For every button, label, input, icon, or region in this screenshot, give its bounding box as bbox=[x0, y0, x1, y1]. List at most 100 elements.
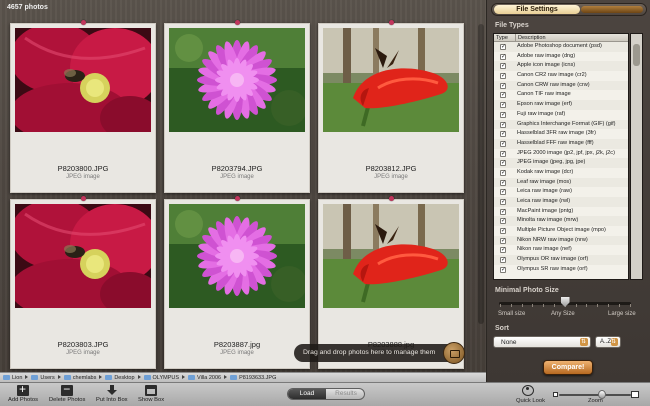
file-type-row[interactable]: Hasselblad 3FR raw image (3fr) bbox=[494, 129, 628, 139]
photo-thumbnail[interactable] bbox=[169, 204, 305, 308]
photo-card[interactable]: P8203887.jpg JPEG image bbox=[164, 196, 310, 369]
size-slider-knob[interactable] bbox=[560, 297, 570, 307]
file-type-checkbox[interactable] bbox=[500, 265, 506, 275]
file-type-checkbox[interactable] bbox=[500, 71, 506, 81]
file-type-row[interactable]: Kodak raw image (dcr) bbox=[494, 168, 628, 178]
zoom-slider-track[interactable] bbox=[559, 394, 631, 396]
file-type-row[interactable]: JPEG image (jpeg, jpg, jpe) bbox=[494, 158, 628, 168]
file-type-description: Hasselblad FFF raw image (fff) bbox=[517, 139, 594, 146]
file-type-checkbox[interactable] bbox=[500, 168, 506, 178]
settings-tab-bar[interactable]: File Settings bbox=[491, 3, 647, 16]
tab-results[interactable]: Results bbox=[327, 389, 364, 399]
file-type-checkbox[interactable] bbox=[500, 226, 506, 236]
breadcrumb-separator-icon bbox=[99, 375, 103, 379]
column-description-header[interactable]: Description bbox=[515, 34, 546, 42]
box-icon bbox=[145, 385, 158, 396]
file-type-checkbox[interactable] bbox=[500, 197, 506, 207]
file-type-row[interactable]: Hasselblad FFF raw image (fff) bbox=[494, 138, 628, 149]
file-type-row[interactable]: Adobe Photoshop document (psd) bbox=[494, 42, 628, 52]
load-results-toggle[interactable]: Load Results bbox=[287, 388, 365, 400]
scrollbar-thumb[interactable] bbox=[633, 44, 640, 66]
file-type-row[interactable]: Olympus SR raw image (orf) bbox=[494, 265, 628, 275]
file-type-row[interactable]: Leica raw image (rwl) bbox=[494, 197, 628, 207]
file-type-row[interactable]: Graphics Interchange Format (GIF) (gif) bbox=[494, 119, 628, 129]
breadcrumb-label: Users bbox=[40, 375, 55, 381]
photo-filetype: JPEG image bbox=[66, 174, 100, 180]
file-type-checkbox[interactable] bbox=[500, 178, 506, 187]
file-type-description: Nikon NRW raw image (nrw) bbox=[517, 236, 588, 243]
photo-filename: P8203812.JPG bbox=[365, 164, 417, 173]
vertical-scrollbar[interactable] bbox=[478, 24, 484, 324]
file-type-row[interactable]: Fuji raw image (raf) bbox=[494, 110, 628, 120]
file-type-row[interactable]: Olympus OR raw image (orf) bbox=[494, 255, 628, 265]
slider-tick bbox=[532, 304, 534, 307]
file-type-checkbox[interactable] bbox=[500, 139, 506, 149]
breadcrumb-label: chemlabs bbox=[72, 375, 97, 381]
file-type-description: Canon TIF raw image bbox=[517, 91, 571, 98]
file-type-checkbox[interactable] bbox=[500, 207, 506, 216]
quick-look-button[interactable] bbox=[522, 385, 534, 397]
minus-icon bbox=[61, 382, 74, 396]
settings-panel: File Settings File Types Type Descriptio… bbox=[486, 0, 650, 382]
file-type-description: Hasselblad 3FR raw image (3fr) bbox=[517, 130, 596, 137]
file-type-checkbox[interactable] bbox=[500, 255, 506, 265]
photo-thumbnail[interactable] bbox=[15, 204, 151, 308]
file-type-description: Canon CRW raw image (crw) bbox=[517, 81, 590, 88]
photo-card[interactable]: P8203800.JPG JPEG image bbox=[10, 20, 156, 193]
file-type-row[interactable]: Minolta raw image (mrw) bbox=[494, 216, 628, 226]
photo-filename: P8203803.JPG bbox=[57, 340, 109, 349]
photo-thumbnail[interactable] bbox=[323, 204, 459, 308]
file-type-row[interactable]: Apple icon image (icns) bbox=[494, 61, 628, 71]
file-type-row[interactable]: Epson raw image (erf) bbox=[494, 100, 628, 110]
photo-thumbnail[interactable] bbox=[323, 28, 459, 132]
large-photo-icon bbox=[631, 391, 639, 398]
file-type-checkbox[interactable] bbox=[500, 129, 506, 139]
file-type-checkbox[interactable] bbox=[500, 187, 506, 197]
file-type-checkbox[interactable] bbox=[500, 90, 506, 100]
file-type-row[interactable]: Canon CRW raw image (crw) bbox=[494, 80, 628, 90]
file-type-row[interactable]: Leaf raw image (mos) bbox=[494, 177, 628, 187]
file-type-row[interactable]: Nikon raw image (nef) bbox=[494, 245, 628, 255]
box-icon[interactable] bbox=[443, 342, 465, 364]
sort-select[interactable]: None bbox=[493, 336, 591, 348]
file-type-checkbox[interactable] bbox=[500, 158, 506, 168]
file-type-checkbox[interactable] bbox=[500, 61, 506, 71]
file-type-row[interactable]: Multiple Picture Object image (mpo) bbox=[494, 226, 628, 236]
file-type-checkbox[interactable] bbox=[500, 236, 506, 245]
file-type-row[interactable]: Canon TIF raw image bbox=[494, 90, 628, 100]
file-type-checkbox[interactable] bbox=[500, 245, 506, 255]
put-into-box-button[interactable]: Put Into Box bbox=[96, 385, 128, 403]
photo-card[interactable]: P8203803.JPG JPEG image bbox=[10, 196, 156, 369]
column-type-header[interactable]: Type bbox=[496, 34, 508, 42]
photo-card[interactable]: P8203794.JPG JPEG image bbox=[164, 20, 310, 193]
tab-toggle-knob[interactable] bbox=[581, 6, 643, 13]
photo-thumbnail[interactable] bbox=[15, 28, 151, 132]
file-type-row[interactable]: JPEG 2000 image (jp2, jpf, jpx, j2k, j2c… bbox=[494, 149, 628, 158]
tab-file-settings[interactable]: File Settings bbox=[494, 5, 580, 14]
file-type-row[interactable]: Nikon NRW raw image (nrw) bbox=[494, 235, 628, 245]
file-type-checkbox[interactable] bbox=[500, 216, 506, 226]
file-type-checkbox[interactable] bbox=[500, 110, 506, 120]
file-type-checkbox[interactable] bbox=[500, 120, 506, 129]
file-type-row[interactable]: Canon CR2 raw image (cr2) bbox=[494, 71, 628, 81]
photo-card[interactable]: P8203812.JPG JPEG image bbox=[318, 20, 464, 193]
photo-thumbnail[interactable] bbox=[169, 28, 305, 132]
file-type-checkbox[interactable] bbox=[500, 52, 506, 61]
sort-order-select[interactable]: A..Z bbox=[595, 336, 621, 348]
file-types-scrollbar[interactable] bbox=[630, 33, 643, 280]
file-type-row[interactable]: MacPaint image (pntg) bbox=[494, 207, 628, 216]
file-type-checkbox[interactable] bbox=[500, 42, 506, 52]
file-type-checkbox[interactable] bbox=[500, 81, 506, 90]
file-type-row[interactable]: Leica raw image (raw) bbox=[494, 187, 628, 197]
file-type-checkbox[interactable] bbox=[500, 149, 506, 158]
put-into-box-label: Put Into Box bbox=[96, 397, 128, 403]
add-photos-button[interactable]: Add Photos bbox=[8, 382, 38, 403]
show-box-button[interactable]: Show Box bbox=[138, 385, 164, 403]
compare-button[interactable]: Compare! bbox=[543, 360, 593, 375]
file-type-checkbox[interactable] bbox=[500, 100, 506, 110]
delete-photos-button[interactable]: Delete Photos bbox=[49, 382, 85, 403]
tab-load[interactable]: Load bbox=[288, 389, 326, 399]
breadcrumb-separator-icon bbox=[182, 375, 186, 379]
file-type-row[interactable]: Adobe raw image (dng) bbox=[494, 52, 628, 61]
slider-tick bbox=[554, 304, 555, 307]
